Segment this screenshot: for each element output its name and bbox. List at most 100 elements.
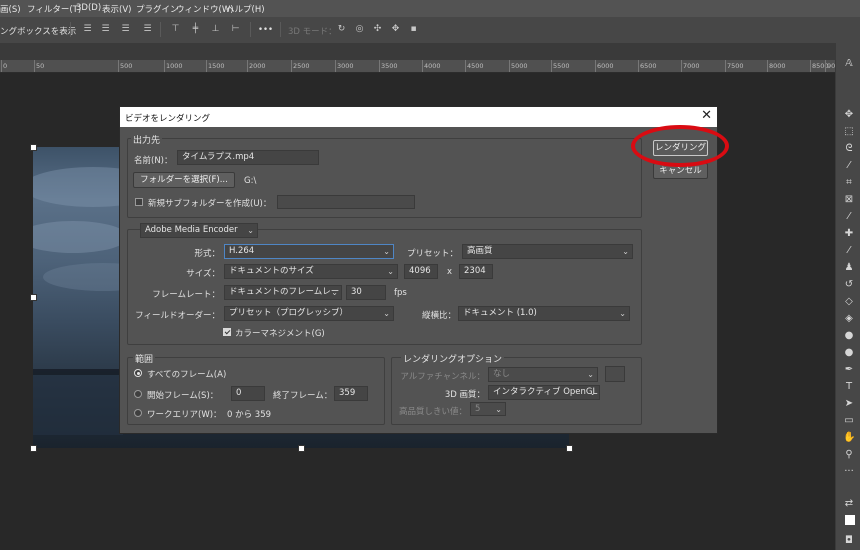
transform-handle[interactable] bbox=[30, 294, 37, 301]
align-top-icon[interactable]: ☰ bbox=[82, 24, 93, 34]
dodge-icon[interactable]: ● bbox=[843, 347, 855, 359]
marquee-tool-icon[interactable]: ⬚ bbox=[843, 126, 855, 138]
chevron-down-icon: ⌄ bbox=[247, 226, 254, 235]
format-select[interactable]: H.264 ⌄ bbox=[224, 244, 394, 259]
menu-bar: 画(S) フィルター(T) 3D(D) 表示(V) プラグイン ウィンドウ(W)… bbox=[0, 0, 860, 17]
dimension-separator: x bbox=[447, 267, 453, 277]
alpha-channel-value: なし bbox=[493, 369, 511, 379]
align-vcenter-icon[interactable]: ☰ bbox=[100, 24, 111, 34]
distribute-top-icon[interactable]: ⊤ bbox=[170, 24, 181, 34]
foreground-color-swatch[interactable] bbox=[845, 515, 855, 525]
transform-handle[interactable] bbox=[30, 144, 37, 151]
move-tool-icon[interactable]: ✥ bbox=[843, 109, 855, 121]
ruler-tick bbox=[509, 60, 510, 72]
distribute-bottom-icon[interactable]: ⊥ bbox=[210, 24, 221, 34]
menu-help[interactable]: ヘルプ(H) bbox=[226, 3, 265, 15]
matte-color-swatch[interactable] bbox=[605, 366, 625, 382]
preset-select[interactable]: 高画質 ⌄ bbox=[462, 244, 633, 259]
3d-roll-icon[interactable]: ◎ bbox=[354, 24, 365, 34]
menu-plugins[interactable]: プラグイン bbox=[136, 3, 179, 15]
lasso-tool-icon[interactable]: ᘓ bbox=[843, 143, 855, 155]
distribute-left-icon[interactable]: ⊢ bbox=[230, 24, 241, 34]
3d-quality-value: インタラクティブ OpenGL bbox=[493, 387, 598, 397]
3d-rotate-icon[interactable]: ↻ bbox=[336, 24, 347, 34]
color-management-checkbox[interactable] bbox=[223, 328, 231, 336]
menu-image[interactable]: 画(S) bbox=[0, 3, 21, 15]
ruler-tick bbox=[551, 60, 552, 72]
transform-handle[interactable] bbox=[298, 445, 305, 452]
height-input[interactable]: 2304 bbox=[459, 264, 493, 279]
width-input[interactable]: 4096 bbox=[404, 264, 438, 279]
ruler-tick-label: 0 bbox=[3, 62, 8, 70]
pen-tool-icon[interactable]: ✒ bbox=[843, 364, 855, 376]
ruler-tick bbox=[247, 60, 248, 72]
select-folder-button[interactable]: フォルダーを選択(F)... bbox=[133, 172, 235, 188]
work-area-value: 0 から 359 bbox=[227, 410, 272, 420]
field-order-select[interactable]: プリセット（プログレッシブ） ⌄ bbox=[224, 306, 394, 321]
type-tool-icon[interactable]: T bbox=[843, 381, 855, 393]
start-frame-input[interactable]: 0 bbox=[231, 386, 265, 401]
subfolder-input[interactable] bbox=[277, 195, 415, 209]
more-options-button[interactable]: ••• bbox=[258, 25, 273, 35]
name-input[interactable]: タイムラプス.mp4 bbox=[177, 150, 319, 165]
alpha-channel-select[interactable]: なし ⌄ bbox=[488, 367, 598, 382]
transform-handle[interactable] bbox=[30, 445, 37, 452]
show-transform-controls[interactable]: ングボックスを表示 bbox=[0, 25, 76, 37]
size-select[interactable]: ドキュメントのサイズ ⌄ bbox=[224, 264, 398, 279]
quick-mask-icon[interactable]: ◘ bbox=[843, 535, 855, 547]
all-frames-radio[interactable] bbox=[134, 369, 142, 377]
menu-view[interactable]: 表示(V) bbox=[102, 3, 131, 15]
more-tools-icon[interactable]: ··· bbox=[843, 466, 855, 478]
history-brush-icon[interactable]: ↺ bbox=[843, 279, 855, 291]
menu-3d[interactable]: 3D(D) bbox=[76, 3, 101, 13]
align-bottom-icon[interactable]: ☰ bbox=[120, 24, 131, 34]
swap-colors-icon[interactable]: ⇄ bbox=[843, 498, 855, 510]
rectangle-tool-icon[interactable]: ▭ bbox=[843, 415, 855, 427]
ruler-tick bbox=[638, 60, 639, 72]
3d-scale-icon[interactable]: ▪ bbox=[408, 24, 419, 34]
chevron-down-icon: ⌄ bbox=[383, 309, 390, 318]
end-frame-input[interactable]: 359 bbox=[334, 386, 368, 401]
ruler-tick-label: 7000 bbox=[683, 62, 700, 70]
text-icon[interactable]: 𝔸 bbox=[843, 58, 855, 70]
3d-pan-icon[interactable]: ✣ bbox=[372, 24, 383, 34]
healing-brush-icon[interactable]: ✚ bbox=[843, 228, 855, 240]
work-area-radio[interactable] bbox=[134, 409, 142, 417]
hand-tool-icon[interactable]: ✋ bbox=[843, 432, 855, 444]
chevron-down-icon: ⌄ bbox=[495, 405, 502, 414]
new-subfolder-checkbox[interactable] bbox=[135, 198, 143, 206]
align-left-icon[interactable]: ☰ bbox=[142, 24, 153, 34]
aspect-label: 縦横比： bbox=[421, 311, 456, 321]
range-group-title: 範囲 bbox=[133, 352, 156, 365]
horizontal-ruler: 0 50 500 1000 1500 2000 2500 3000 3500 4000 4500 50… bbox=[0, 60, 844, 73]
frame-tool-icon[interactable]: ⊠ bbox=[843, 194, 855, 206]
ruler-tick-label: 3000 bbox=[337, 62, 354, 70]
fill-icon[interactable]: ◈ bbox=[843, 313, 855, 325]
brush-tool-icon[interactable]: ⁄ bbox=[843, 245, 855, 257]
distribute-vcenter-icon[interactable]: ╪ bbox=[190, 24, 201, 34]
eraser-icon[interactable]: ◇ bbox=[843, 296, 855, 308]
path-select-icon[interactable]: ➤ bbox=[843, 398, 855, 410]
dialog-titlebar: ビデオをレンダリング ✕ bbox=[120, 107, 717, 127]
3d-slide-icon[interactable]: ✥ bbox=[390, 24, 401, 34]
crop-tool-icon[interactable]: ⌗ bbox=[843, 177, 855, 189]
stamp-tool-icon[interactable]: ♟ bbox=[843, 262, 855, 274]
menu-filter[interactable]: フィルター(T) bbox=[27, 3, 81, 15]
all-frames-label: すべてのフレーム(A) bbox=[147, 370, 227, 380]
close-icon[interactable]: ✕ bbox=[701, 109, 712, 123]
zoom-tool-icon[interactable]: ⚲ bbox=[843, 449, 855, 461]
transform-handle[interactable] bbox=[566, 445, 573, 452]
ruler-tick bbox=[291, 60, 292, 72]
framerate-select[interactable]: ドキュメントのフレームレート ⌄ bbox=[224, 285, 342, 300]
eyedropper-icon[interactable]: ⁄ bbox=[843, 211, 855, 223]
blur-icon[interactable]: ● bbox=[843, 330, 855, 342]
encoder-select[interactable]: Adobe Media Encoder ⌄ bbox=[140, 223, 258, 238]
encoder-value: Adobe Media Encoder bbox=[145, 225, 238, 235]
aspect-select[interactable]: ドキュメント (1.0) ⌄ bbox=[458, 306, 630, 321]
fps-input[interactable]: 30 bbox=[346, 285, 386, 300]
hq-threshold-select[interactable]: 5 ⌄ bbox=[470, 402, 506, 416]
magic-wand-icon[interactable]: ⁄ bbox=[843, 160, 855, 172]
3d-quality-select[interactable]: インタラクティブ OpenGL ⌄ bbox=[488, 385, 600, 400]
start-frame-radio[interactable] bbox=[134, 390, 142, 398]
menu-window[interactable]: ウィンドウ(W) bbox=[176, 3, 234, 15]
